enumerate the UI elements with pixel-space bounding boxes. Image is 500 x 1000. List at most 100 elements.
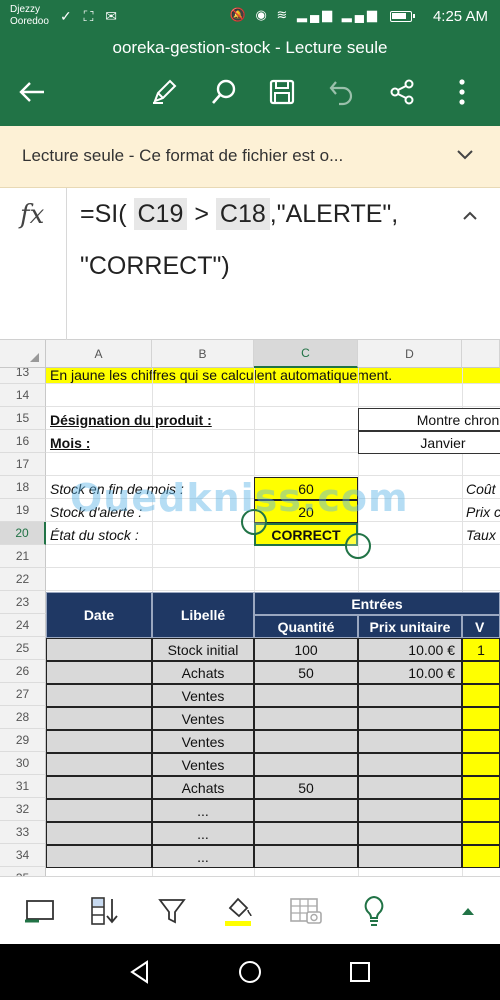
- table-cell-quantite[interactable]: [254, 684, 358, 707]
- more-options-button[interactable]: [444, 74, 480, 110]
- table-cell-libelle[interactable]: Stock initial: [152, 638, 254, 661]
- table-cell-prix[interactable]: [358, 799, 462, 822]
- table-cell-libelle[interactable]: ...: [152, 822, 254, 845]
- table-cell-v[interactable]: [462, 707, 500, 730]
- table-cell-quantite[interactable]: [254, 730, 358, 753]
- row-header[interactable]: 20: [0, 522, 46, 545]
- table-cell-libelle[interactable]: Ventes: [152, 684, 254, 707]
- search-button[interactable]: [206, 74, 242, 110]
- column-header-c[interactable]: C: [254, 340, 358, 368]
- row-header[interactable]: 21: [0, 545, 46, 568]
- table-cell-libelle[interactable]: Ventes: [152, 730, 254, 753]
- table-cell-quantite[interactable]: 100: [254, 638, 358, 661]
- row-header[interactable]: 22: [0, 568, 46, 591]
- table-cell-v[interactable]: [462, 845, 500, 868]
- row-header[interactable]: 16: [0, 430, 46, 453]
- table-cell-date[interactable]: [46, 707, 152, 730]
- etat-value-selected-cell[interactable]: CORRECT: [254, 523, 358, 546]
- column-header-b[interactable]: B: [152, 340, 254, 368]
- table-cell-libelle[interactable]: Achats: [152, 776, 254, 799]
- row-header[interactable]: 32: [0, 798, 46, 821]
- table-cell-quantite[interactable]: [254, 753, 358, 776]
- row-header[interactable]: 26: [0, 660, 46, 683]
- table-cell-quantite[interactable]: 50: [254, 776, 358, 799]
- row-header[interactable]: 23: [0, 591, 46, 614]
- table-cell-prix[interactable]: 10.00 €: [358, 661, 462, 684]
- filter-button[interactable]: [152, 891, 192, 931]
- row-header[interactable]: 14: [0, 384, 46, 407]
- table-cell-date[interactable]: [46, 684, 152, 707]
- table-cell-prix[interactable]: [358, 776, 462, 799]
- table-cell-libelle[interactable]: ...: [152, 799, 254, 822]
- row-header[interactable]: 33: [0, 821, 46, 844]
- table-cell-v[interactable]: [462, 661, 500, 684]
- nav-home-button[interactable]: [236, 958, 264, 986]
- table-cell-prix[interactable]: [358, 822, 462, 845]
- row-header[interactable]: 34: [0, 844, 46, 867]
- table-cell-quantite[interactable]: [254, 822, 358, 845]
- table-cell-v[interactable]: 1: [462, 638, 500, 661]
- table-camera-button[interactable]: [286, 891, 326, 931]
- table-cell-v[interactable]: [462, 730, 500, 753]
- expand-toolbar-button[interactable]: [448, 891, 488, 931]
- spreadsheet-grid[interactable]: En jaune les chiffres qui se calculent a…: [0, 368, 500, 876]
- fill-color-button[interactable]: [218, 891, 258, 931]
- row-header[interactable]: 15: [0, 407, 46, 430]
- table-cell-v[interactable]: [462, 753, 500, 776]
- row-header[interactable]: 31: [0, 775, 46, 798]
- table-cell-quantite[interactable]: [254, 799, 358, 822]
- table-cell-prix[interactable]: [358, 707, 462, 730]
- designation-value[interactable]: Montre chron: [358, 408, 500, 431]
- banner-expand-button[interactable]: [456, 148, 474, 166]
- row-header[interactable]: 19: [0, 499, 46, 522]
- ideas-button[interactable]: [354, 891, 394, 931]
- row-header[interactable]: 17: [0, 453, 46, 476]
- table-cell-quantite[interactable]: [254, 845, 358, 868]
- table-cell-date[interactable]: [46, 799, 152, 822]
- table-cell-date[interactable]: [46, 638, 152, 661]
- nav-recents-button[interactable]: [346, 958, 374, 986]
- sort-button[interactable]: [84, 891, 124, 931]
- save-button[interactable]: [264, 74, 300, 110]
- table-cell-quantite[interactable]: [254, 707, 358, 730]
- column-header-e[interactable]: [462, 340, 500, 368]
- table-cell-prix[interactable]: [358, 730, 462, 753]
- row-header[interactable]: 13: [0, 368, 46, 384]
- table-cell-v[interactable]: [462, 684, 500, 707]
- row-header[interactable]: 18: [0, 476, 46, 499]
- mois-value[interactable]: Janvier: [358, 431, 500, 454]
- selection-handle-end[interactable]: [345, 533, 371, 559]
- table-cell-date[interactable]: [46, 730, 152, 753]
- table-cell-v[interactable]: [462, 799, 500, 822]
- read-only-banner[interactable]: Lecture seule - Ce format de fichier est…: [0, 126, 500, 188]
- table-cell-date[interactable]: [46, 845, 152, 868]
- table-cell-prix[interactable]: [358, 753, 462, 776]
- back-button[interactable]: [14, 74, 50, 110]
- sheets-button[interactable]: [20, 891, 60, 931]
- table-cell-prix[interactable]: [358, 845, 462, 868]
- table-cell-prix[interactable]: [358, 684, 462, 707]
- table-cell-date[interactable]: [46, 776, 152, 799]
- select-all-corner[interactable]: [0, 340, 46, 368]
- table-cell-libelle[interactable]: Achats: [152, 661, 254, 684]
- formula-collapse-button[interactable]: [462, 208, 478, 226]
- table-cell-libelle[interactable]: ...: [152, 845, 254, 868]
- table-cell-v[interactable]: [462, 822, 500, 845]
- nav-back-button[interactable]: [126, 958, 154, 986]
- table-cell-libelle[interactable]: Ventes: [152, 753, 254, 776]
- table-cell-date[interactable]: [46, 661, 152, 684]
- table-cell-prix[interactable]: 10.00 €: [358, 638, 462, 661]
- row-header[interactable]: 29: [0, 729, 46, 752]
- column-header-a[interactable]: A: [46, 340, 152, 368]
- formula-bar[interactable]: fx =SI( C19 > C18 ,"ALERTE", "CORRECT"): [0, 188, 500, 340]
- undo-button[interactable]: [324, 74, 360, 110]
- row-header[interactable]: 35: [0, 867, 46, 876]
- row-header[interactable]: 25: [0, 637, 46, 660]
- table-cell-v[interactable]: [462, 776, 500, 799]
- row-header[interactable]: 24: [0, 614, 46, 637]
- table-cell-libelle[interactable]: Ventes: [152, 707, 254, 730]
- table-cell-quantite[interactable]: 50: [254, 661, 358, 684]
- row-header[interactable]: 27: [0, 683, 46, 706]
- column-header-d[interactable]: D: [358, 340, 462, 368]
- row-header[interactable]: 30: [0, 752, 46, 775]
